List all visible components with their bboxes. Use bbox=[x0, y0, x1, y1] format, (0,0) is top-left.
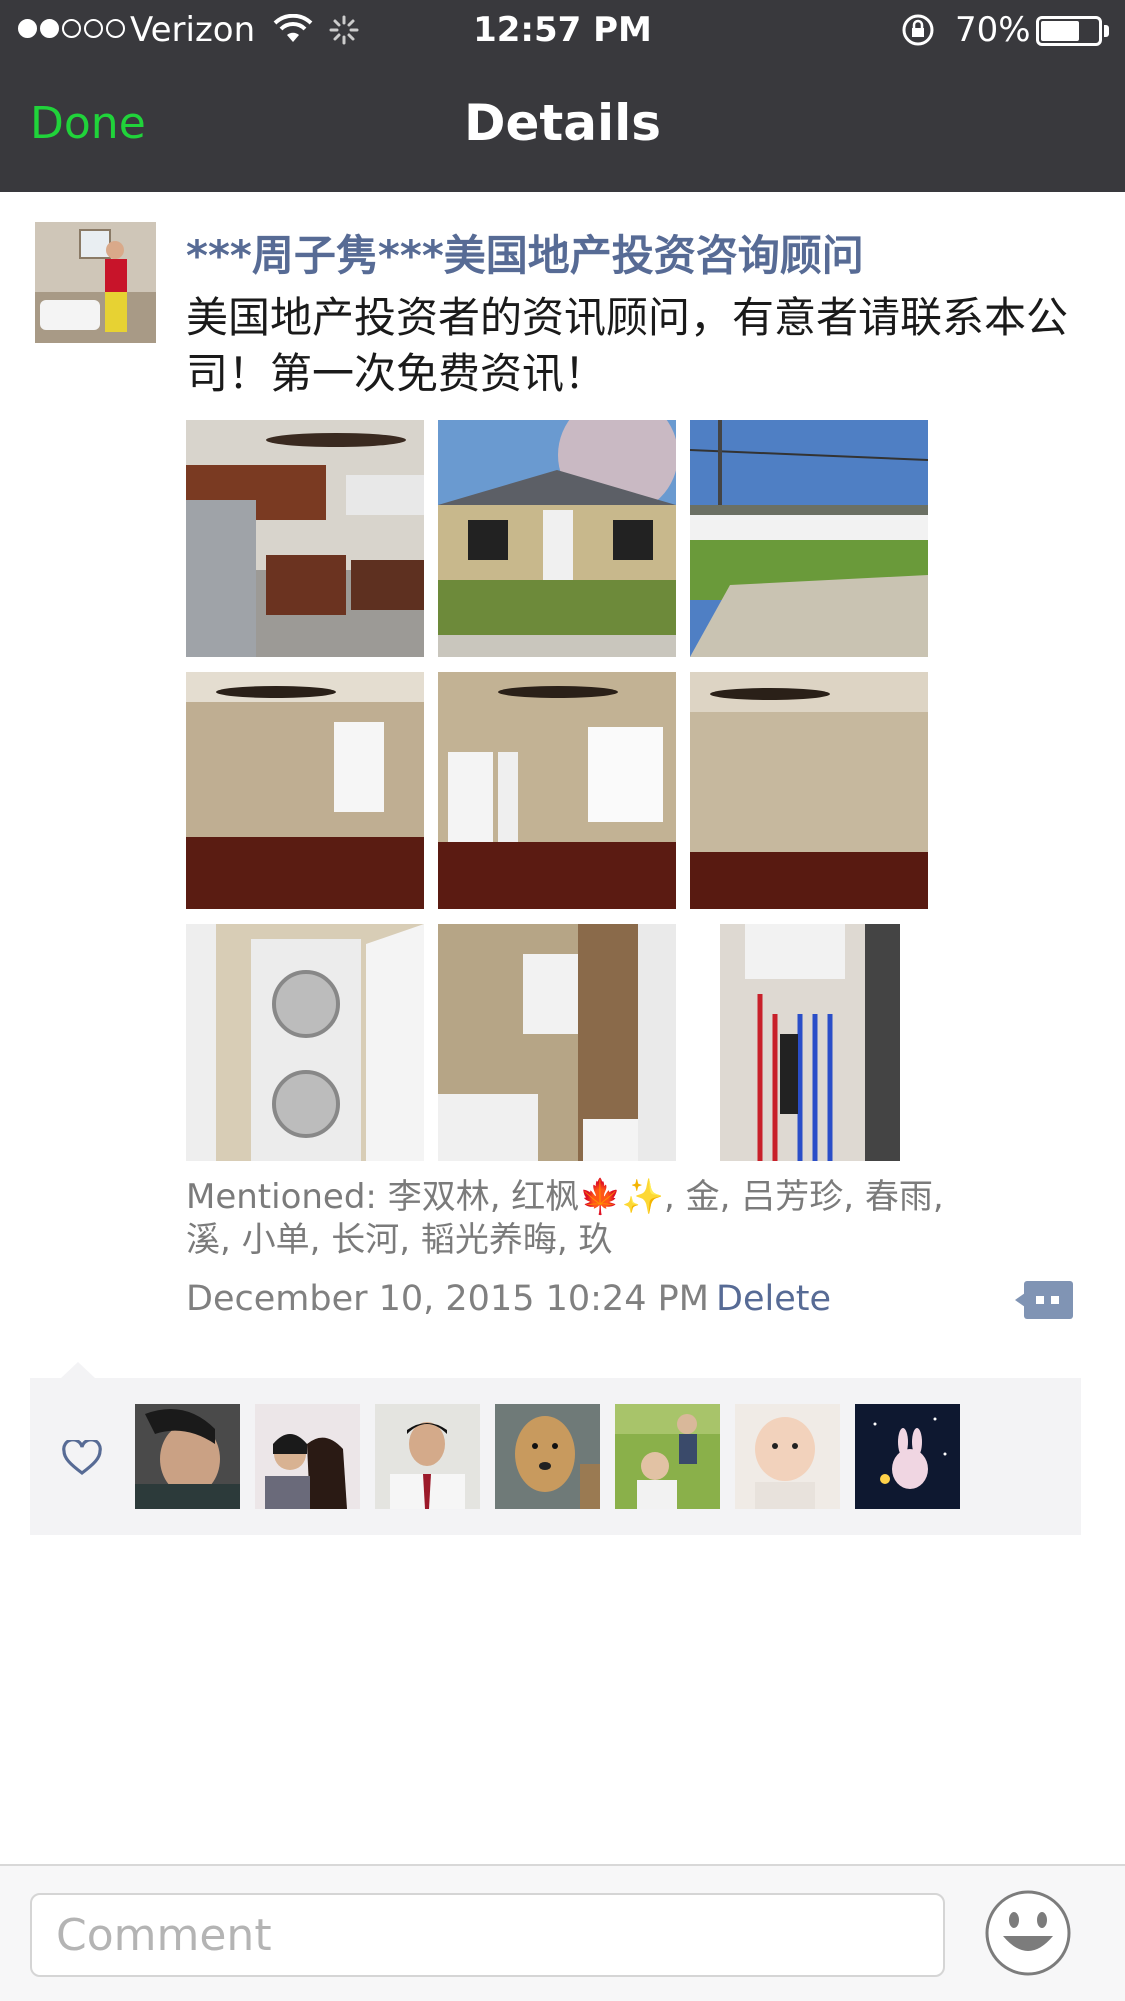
post-text: 美国地产投资者的资讯顾问，有意者请联系本公司！第一次免费资讯！ bbox=[186, 293, 1069, 398]
liker-avatar-4[interactable] bbox=[495, 1404, 600, 1509]
delete-button[interactable]: Delete bbox=[716, 1279, 831, 1319]
liker-avatar-5[interactable] bbox=[615, 1404, 720, 1509]
author-name[interactable]: ***周子隽***美国地产投资咨询顾问 bbox=[186, 222, 864, 283]
kitchen-photo[interactable] bbox=[186, 420, 424, 657]
backyard-photo[interactable] bbox=[690, 420, 928, 657]
battery-percent: 70% bbox=[955, 10, 1031, 50]
comment-input[interactable] bbox=[30, 1893, 945, 1977]
bathroom-photo[interactable] bbox=[438, 924, 676, 1161]
likes-pointer bbox=[60, 1362, 96, 1379]
laundry-photo[interactable] bbox=[186, 924, 424, 1161]
liker-avatar-2[interactable] bbox=[255, 1404, 360, 1509]
liker-avatar-3[interactable] bbox=[375, 1404, 480, 1509]
living-room-photo[interactable] bbox=[438, 672, 676, 909]
page-title: Details bbox=[463, 94, 662, 152]
heart-icon bbox=[62, 1440, 102, 1476]
rotation-lock-icon bbox=[902, 14, 934, 46]
liker-avatar-1[interactable] bbox=[135, 1404, 240, 1509]
navigation-bar: Done Details bbox=[0, 60, 1125, 192]
liker-avatar-6[interactable] bbox=[735, 1404, 840, 1509]
empty-room-photo[interactable] bbox=[690, 672, 928, 909]
battery-icon bbox=[1036, 16, 1102, 46]
comment-bubble-icon[interactable] bbox=[1015, 1279, 1073, 1321]
mentioned-list[interactable]: Mentioned: 李双林, 红枫🍁✨, 金, 吕芳珍, 春雨, 溪, 小单,… bbox=[186, 1176, 946, 1262]
emoji-icon[interactable] bbox=[983, 1888, 1073, 1978]
water-heater-photo[interactable] bbox=[690, 924, 928, 1161]
house-exterior-photo[interactable] bbox=[438, 420, 676, 657]
photo-grid bbox=[186, 420, 928, 1161]
post-timestamp: December 10, 2015 10:24 PM bbox=[186, 1279, 709, 1319]
liker-avatar-7[interactable] bbox=[855, 1404, 960, 1509]
status-bar: Verizon 12:57 PM 70% bbox=[0, 0, 1125, 60]
author-avatar[interactable] bbox=[35, 222, 156, 343]
battery-tip bbox=[1104, 25, 1109, 37]
moments-detail-screen: Verizon 12:57 PM 70% Done Details ***周子隽… bbox=[0, 0, 1125, 2001]
bedroom-photo[interactable] bbox=[186, 672, 424, 909]
